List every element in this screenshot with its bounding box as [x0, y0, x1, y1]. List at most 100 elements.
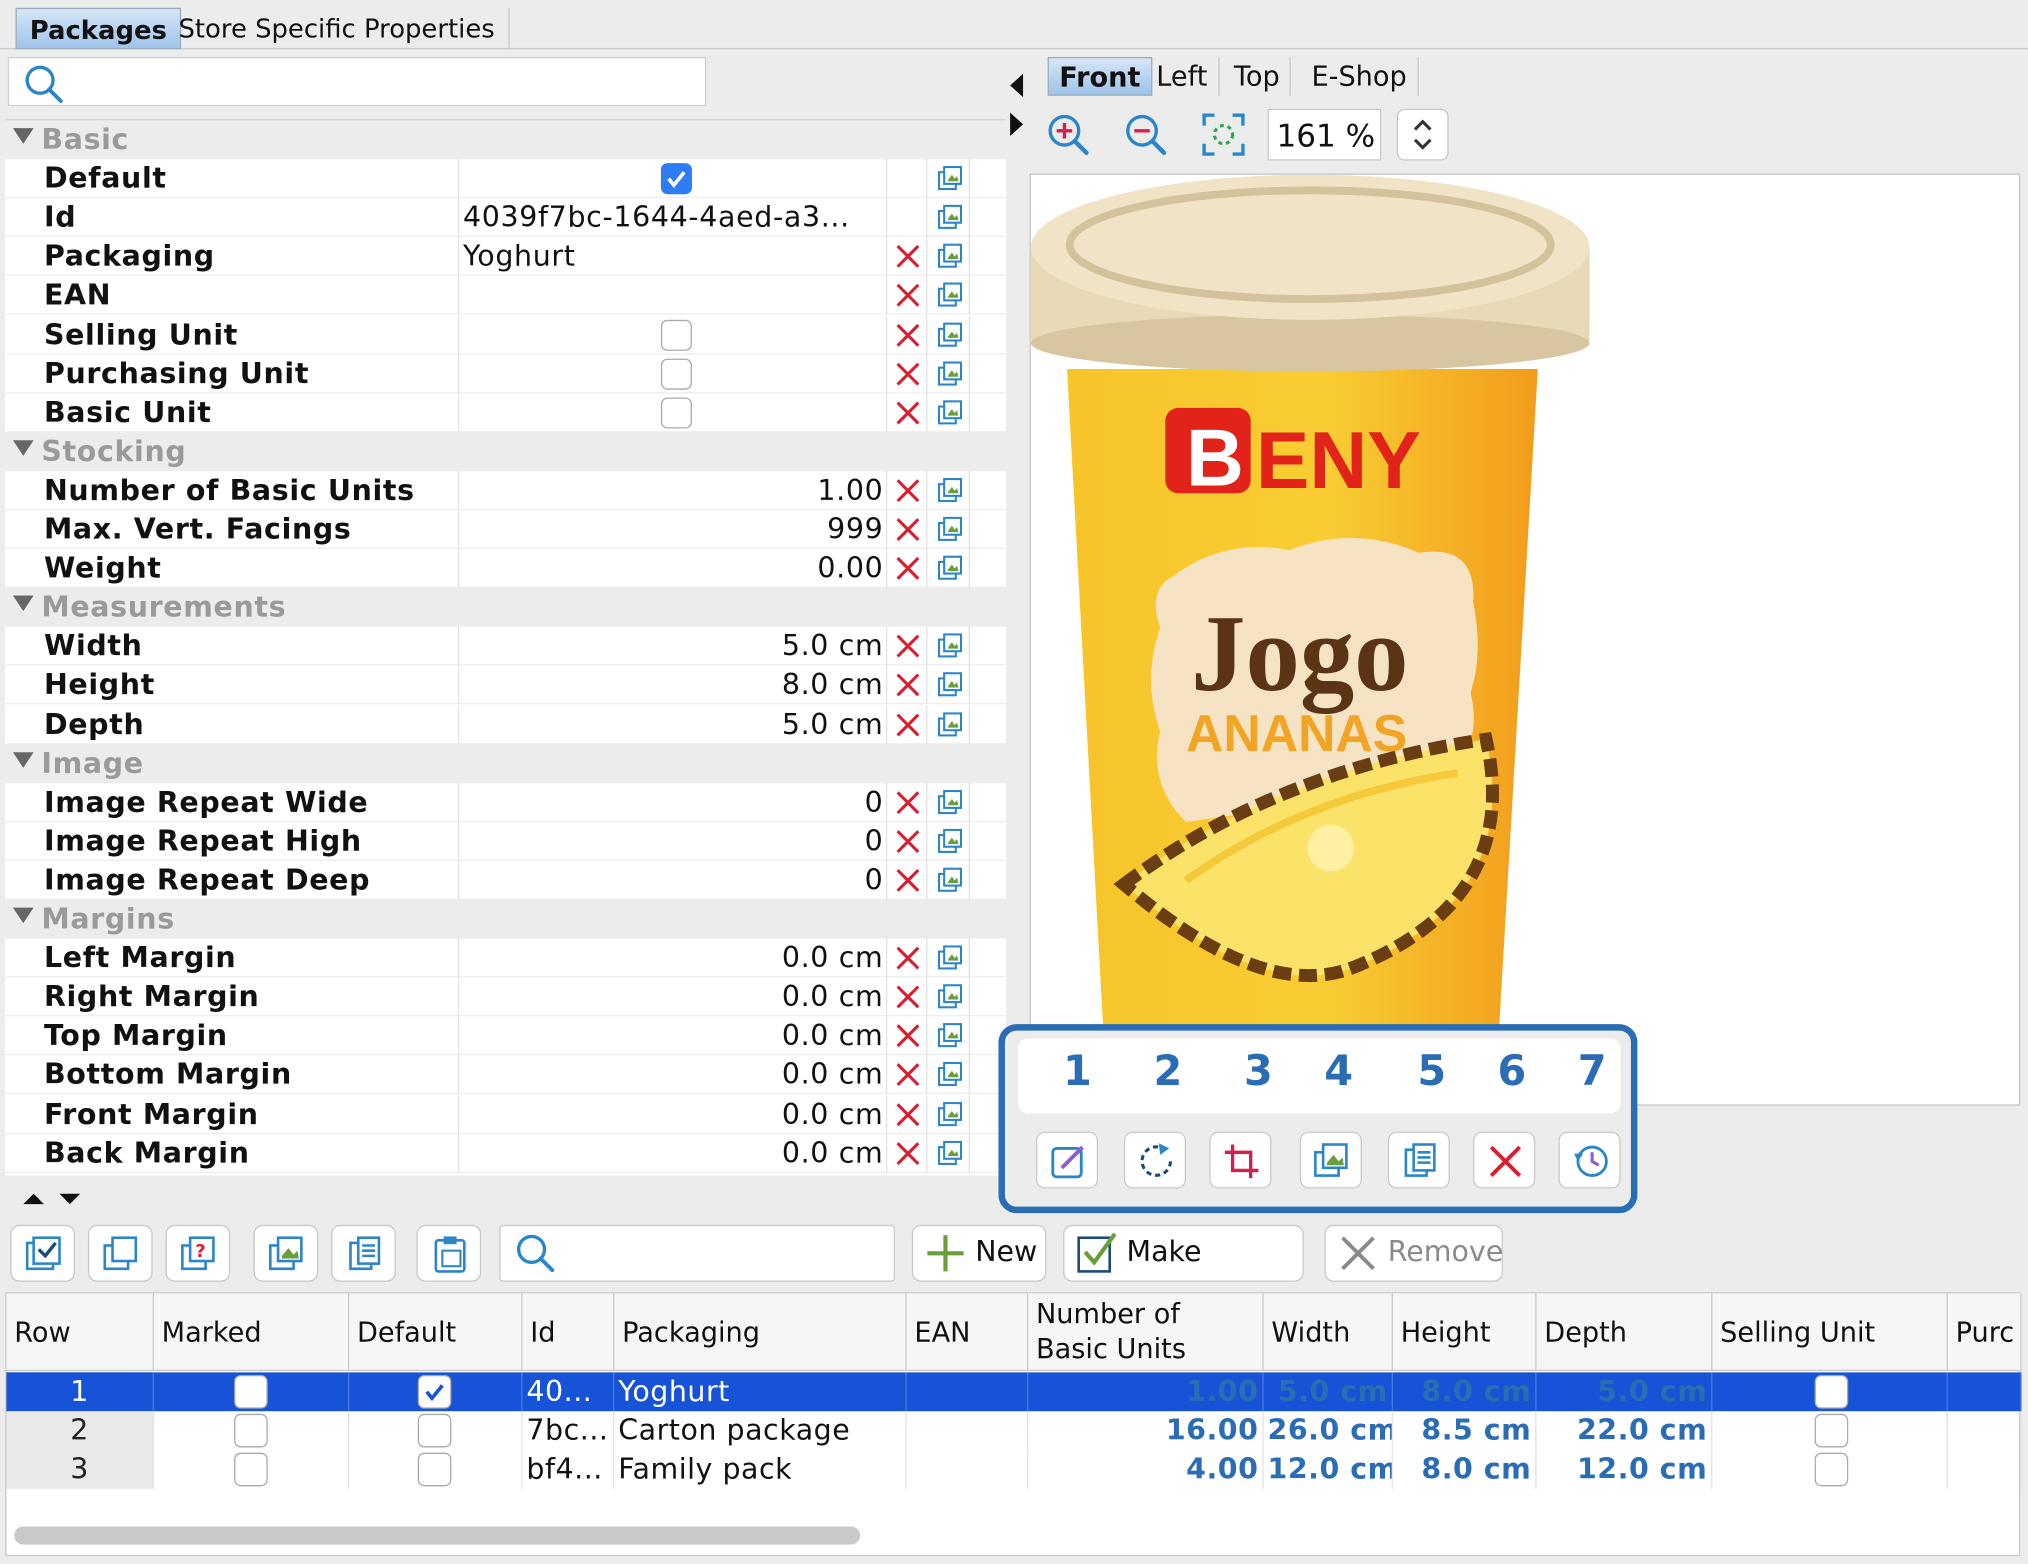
- property-value-cell[interactable]: [457, 393, 888, 433]
- reset-value-cell[interactable]: [889, 510, 928, 549]
- clear-value-icon[interactable]: [895, 789, 921, 815]
- column-header-row[interactable]: Row: [6, 1293, 154, 1372]
- copy-value-cell[interactable]: [929, 704, 971, 744]
- table-row[interactable]: 2 7bc... Carton package 16.00 26.0 cm 8.5 cm 2…: [6, 1411, 2022, 1451]
- selling-unit-checkbox[interactable]: [660, 319, 692, 351]
- zoom-level-field[interactable]: 161 %: [1267, 108, 1382, 161]
- duplicate-button[interactable]: [87, 1224, 153, 1282]
- rotate-image-button[interactable]: [1123, 1131, 1187, 1189]
- reset-value-cell[interactable]: [889, 1016, 928, 1056]
- copy-value-cell[interactable]: [929, 665, 971, 705]
- default-checkbox[interactable]: [417, 1452, 452, 1487]
- reset-value-cell[interactable]: [889, 1094, 928, 1134]
- copy-value-cell[interactable]: [929, 1094, 971, 1134]
- property-value-cell[interactable]: [457, 354, 888, 394]
- basic-unit-checkbox[interactable]: [660, 397, 692, 429]
- reset-value-cell[interactable]: [889, 354, 928, 394]
- clear-value-icon[interactable]: [895, 1101, 921, 1127]
- paste-image-toolbar-button[interactable]: [253, 1224, 319, 1282]
- clear-value-icon[interactable]: [895, 984, 921, 1010]
- column-header-default[interactable]: Default: [349, 1293, 523, 1372]
- reset-value-cell[interactable]: [889, 393, 928, 433]
- clear-value-icon[interactable]: [895, 322, 921, 348]
- copy-to-all-icon[interactable]: [937, 789, 964, 815]
- clear-value-icon[interactable]: [895, 633, 921, 659]
- purchasing-unit-checkbox[interactable]: [660, 358, 692, 390]
- property-value-cell[interactable]: 0.0 cm: [457, 977, 888, 1017]
- copy-toolbar-button[interactable]: [331, 1224, 396, 1282]
- reset-value-cell[interactable]: [889, 237, 928, 277]
- copy-value-cell[interactable]: [929, 159, 971, 199]
- property-value-cell[interactable]: Yoghurt: [457, 237, 888, 277]
- copy-value-cell[interactable]: [929, 237, 971, 277]
- split-arrows-icon[interactable]: [21, 1189, 88, 1207]
- copy-value-cell[interactable]: [929, 1133, 971, 1173]
- copy-to-all-icon[interactable]: [937, 360, 964, 387]
- property-value-cell[interactable]: 0.0 cm: [457, 1016, 888, 1056]
- reset-value-cell[interactable]: [889, 315, 928, 355]
- delete-image-button[interactable]: [1473, 1131, 1536, 1189]
- copy-to-all-icon[interactable]: [937, 711, 964, 737]
- fit-to-view-icon[interactable]: [1200, 111, 1247, 158]
- column-header-purc[interactable]: Purc: [1948, 1293, 2022, 1372]
- copy-to-all-icon[interactable]: [937, 244, 964, 270]
- copy-to-all-icon[interactable]: [937, 283, 964, 309]
- default-checkbox[interactable]: [417, 1374, 452, 1409]
- copy-to-all-icon[interactable]: [937, 399, 964, 426]
- property-value-cell[interactable]: 5.0 cm: [457, 704, 888, 744]
- selling-unit-checkbox[interactable]: [1814, 1413, 1849, 1448]
- paste-image-button[interactable]: [1299, 1131, 1362, 1189]
- reset-value-cell[interactable]: [889, 665, 928, 705]
- copy-value-cell[interactable]: [929, 315, 971, 355]
- property-value-cell[interactable]: 0.0 cm: [457, 1094, 888, 1134]
- property-value-cell[interactable]: [457, 159, 888, 199]
- property-value-cell[interactable]: 0.0 cm: [457, 1055, 888, 1095]
- group-header-measurements[interactable]: Measurements: [5, 588, 1007, 627]
- default-checkbox[interactable]: [417, 1413, 452, 1448]
- clear-value-icon[interactable]: [895, 244, 921, 270]
- reset-value-cell[interactable]: [889, 276, 928, 316]
- new-button[interactable]: New: [911, 1224, 1047, 1282]
- copy-to-all-icon[interactable]: [937, 945, 964, 971]
- view-tab-top[interactable]: Top: [1224, 56, 1292, 96]
- copy-to-all-icon[interactable]: [937, 205, 964, 231]
- column-header-id[interactable]: Id: [523, 1293, 615, 1372]
- table-row[interactable]: 1 40... Yoghurt 1.00 5.0 cm 8.0 cm 5.0 cm: [6, 1372, 2022, 1412]
- copy-to-all-icon[interactable]: [937, 672, 964, 698]
- make-default-button[interactable]: Make Default: [1063, 1224, 1304, 1323]
- clear-value-icon[interactable]: [895, 672, 921, 698]
- unmarked-help-button[interactable]: ?: [165, 1224, 231, 1282]
- clear-value-icon[interactable]: [895, 283, 921, 309]
- reset-value-cell[interactable]: [889, 1055, 928, 1095]
- reset-value-cell[interactable]: [889, 782, 928, 822]
- clear-value-icon[interactable]: [895, 945, 921, 971]
- reset-value-cell[interactable]: [889, 1133, 928, 1173]
- clear-value-icon[interactable]: [895, 867, 921, 893]
- clear-value-icon[interactable]: [895, 400, 921, 426]
- image-preview-area[interactable]: B ENY Jogo ANANAS: [1029, 173, 2021, 1106]
- copy-value-cell[interactable]: [929, 938, 971, 978]
- clear-value-icon[interactable]: [895, 711, 921, 737]
- copy-value-cell[interactable]: [929, 1055, 971, 1095]
- property-value-cell[interactable]: 4039f7bc-1644-4aed-a3...: [457, 198, 888, 238]
- reset-value-cell[interactable]: [889, 549, 928, 588]
- clear-value-icon[interactable]: [895, 1062, 921, 1088]
- copy-to-all-icon[interactable]: [937, 633, 964, 659]
- column-header-packaging[interactable]: Packaging: [614, 1293, 907, 1372]
- edit-image-button[interactable]: [1035, 1131, 1099, 1189]
- copy-to-all-icon[interactable]: [937, 555, 964, 582]
- copy-value-cell[interactable]: [929, 860, 971, 900]
- copy-value-cell[interactable]: [929, 393, 971, 433]
- reset-value-cell[interactable]: [889, 704, 928, 744]
- column-header-width[interactable]: Width: [1264, 1293, 1393, 1372]
- column-header-marked[interactable]: Marked: [154, 1293, 350, 1372]
- property-value-cell[interactable]: 999: [457, 510, 888, 549]
- table-search-input[interactable]: [499, 1224, 896, 1282]
- group-header-image[interactable]: Image: [5, 743, 1007, 783]
- column-header-selling-unit[interactable]: Selling Unit: [1712, 1293, 1948, 1372]
- column-header-height[interactable]: Height: [1393, 1293, 1537, 1372]
- expand-triangle-icon[interactable]: [12, 751, 34, 768]
- copy-value-cell[interactable]: [929, 1016, 971, 1056]
- property-value-cell[interactable]: 0: [457, 821, 888, 861]
- marked-checkbox[interactable]: [234, 1413, 268, 1448]
